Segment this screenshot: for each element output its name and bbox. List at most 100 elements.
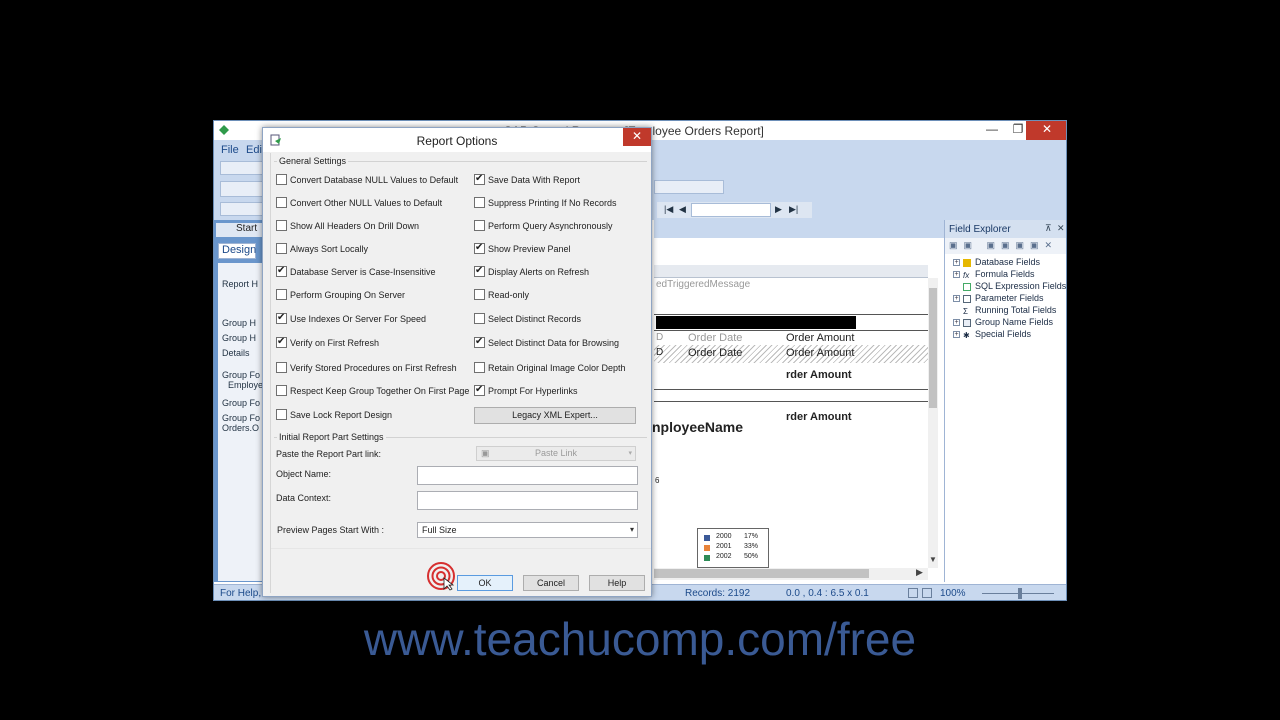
checkbox-convert-other-null[interactable]: Convert Other NULL Values to Default (276, 196, 476, 209)
section-label[interactable]: Group Fo (222, 398, 260, 408)
checkbox-suppress-printing[interactable]: Suppress Printing If No Records (474, 196, 644, 209)
section-label[interactable]: Employe (228, 380, 263, 390)
toolbar-combo[interactable] (220, 181, 264, 197)
zoom-thumb[interactable] (1018, 588, 1022, 599)
section-label[interactable]: Group Fo (222, 413, 260, 423)
checkbox-prompt-hyperlinks[interactable]: Prompt For Hyperlinks (474, 384, 644, 397)
order-amount-subtotal[interactable]: rder Amount (786, 369, 852, 381)
dialog-close-button[interactable]: ✕ (623, 128, 651, 146)
hscroll-thumb[interactable] (654, 569, 869, 578)
checkbox-retain-color-depth[interactable]: Retain Original Image Color Depth (474, 361, 644, 374)
section-label[interactable]: Group H (222, 333, 256, 343)
fe-special-fields[interactable]: + ✱ Special Fields (945, 329, 1031, 341)
checkbox-verify-first-refresh[interactable]: Verify on First Refresh (276, 336, 476, 349)
fe-running-total-fields[interactable]: Σ Running Total Fields (963, 305, 1056, 317)
view-mode-icon[interactable] (908, 588, 918, 598)
checkbox-case-insensitive[interactable]: Database Server is Case-Insensitive (276, 265, 476, 278)
chevron-down-icon[interactable]: ▾ (630, 525, 634, 534)
checkbox-save-data[interactable]: Save Data With Report (474, 173, 644, 186)
checkbox-save-lock-design[interactable]: Save Lock Report Design (276, 408, 476, 421)
checkbox-always-sort-locally[interactable]: Always Sort Locally (276, 242, 476, 255)
checkbox-select-distinct-records[interactable]: Select Distinct Records (474, 312, 644, 325)
vertical-scrollbar[interactable]: ▼ (928, 278, 938, 568)
close-window-button[interactable]: ✕ (1026, 121, 1066, 140)
paste-link-button[interactable]: ▣ Paste Link ▾ (476, 446, 636, 461)
checkbox-verify-stored-procedures[interactable]: Verify Stored Procedures on First Refres… (276, 361, 476, 374)
checkbox-box[interactable] (474, 362, 485, 373)
field-explorer-tools-icon[interactable]: ▣▣ ▣▣▣▣✕ (949, 240, 1058, 251)
d-field[interactable]: D (656, 332, 663, 343)
section-label[interactable]: Group H (222, 318, 256, 328)
checkbox-box[interactable] (276, 197, 287, 208)
fe-formula-fields[interactable]: + fx Formula Fields (945, 269, 1035, 281)
fe-sql-expression-fields[interactable]: SQL Expression Fields (963, 281, 1066, 293)
checkbox-show-all-headers[interactable]: Show All Headers On Drill Down (276, 219, 476, 232)
checkbox-query-async[interactable]: Perform Query Asynchronously (474, 219, 644, 232)
checkbox-box[interactable] (474, 242, 485, 254)
checkbox-convert-db-null[interactable]: Convert Database NULL Values to Default (276, 173, 476, 186)
ok-button[interactable]: OK (457, 575, 513, 591)
checkbox-read-only[interactable]: Read-only (474, 288, 644, 301)
checkbox-display-alerts[interactable]: Display Alerts on Refresh (474, 265, 644, 278)
checkbox-box[interactable] (276, 362, 287, 373)
checkbox-box[interactable] (276, 265, 287, 277)
checkbox-box[interactable] (276, 243, 287, 254)
view-mode-icon[interactable] (922, 588, 932, 598)
checkbox-box[interactable] (474, 197, 485, 208)
expand-icon[interactable]: + (953, 295, 960, 303)
checkbox-box[interactable] (276, 289, 287, 300)
scrollbar-thumb[interactable] (929, 288, 937, 408)
horizontal-scrollbar[interactable]: ▶ (654, 567, 928, 580)
toolbar-expert[interactable] (654, 180, 724, 194)
expand-icon[interactable]: + (953, 319, 960, 327)
last-page-icon[interactable]: ▶| (789, 204, 798, 215)
order-date-field[interactable]: Order Date (688, 347, 742, 359)
fe-group-name-fields[interactable]: + Group Name Fields (945, 317, 1053, 329)
order-amount-total[interactable]: rder Amount (786, 411, 852, 423)
object-name-input[interactable] (417, 466, 638, 485)
chart-legend[interactable]: 2000 17% 2001 33% 2002 50% (697, 528, 769, 568)
checkbox-keep-group-together[interactable]: Respect Keep Group Together On First Pag… (276, 384, 476, 397)
checkbox-box[interactable] (474, 289, 485, 300)
order-amount-header[interactable]: Order Amount (786, 332, 854, 344)
help-button[interactable]: Help (589, 575, 645, 591)
cancel-button[interactable]: Cancel (523, 575, 579, 591)
minimize-button[interactable]: — (978, 121, 1006, 139)
checkbox-box[interactable] (276, 336, 287, 348)
checkbox-box[interactable] (474, 173, 485, 185)
order-date-header[interactable]: Order Date (688, 332, 742, 344)
close-panel-icon[interactable]: ✕ (1057, 223, 1065, 234)
checkbox-show-preview-panel[interactable]: Show Preview Panel (474, 242, 644, 255)
expand-icon[interactable]: + (953, 271, 960, 279)
checkbox-box[interactable] (276, 409, 287, 420)
fe-parameter-fields[interactable]: + Parameter Fields (945, 293, 1044, 305)
prev-page-icon[interactable]: ◀ (679, 204, 686, 215)
expand-icon[interactable]: + (953, 259, 960, 267)
section-label[interactable]: Orders.O (222, 423, 259, 433)
checkbox-box[interactable] (276, 174, 287, 185)
tab-design[interactable]: Design (218, 243, 256, 259)
section-label[interactable]: Report H (222, 279, 258, 289)
first-page-icon[interactable]: |◀ (664, 204, 673, 215)
preview-pages-select[interactable]: Full Size ▾ (417, 522, 638, 538)
checkbox-select-distinct-data[interactable]: Select Distinct Data for Browsing (474, 336, 644, 349)
checkbox-box[interactable] (474, 313, 485, 324)
pin-icon[interactable]: ⊼ (1045, 223, 1052, 234)
section-label[interactable]: Group Fo (222, 370, 260, 380)
section-label[interactable]: Details (222, 348, 250, 358)
checkbox-box[interactable] (276, 385, 287, 396)
checkbox-box[interactable] (474, 220, 485, 231)
legacy-xml-expert-button[interactable]: Legacy XML Expert... (474, 407, 636, 424)
d-field-details[interactable]: D (656, 347, 663, 358)
page-number-field[interactable] (691, 203, 771, 217)
tab-start[interactable]: Start (216, 223, 266, 237)
zoom-slider[interactable] (978, 588, 1060, 599)
expand-icon[interactable]: + (953, 331, 960, 339)
data-context-input[interactable] (417, 491, 638, 510)
checkbox-box[interactable] (474, 384, 485, 396)
scroll-down-icon[interactable]: ▼ (929, 555, 937, 564)
scroll-right-icon[interactable]: ▶ (916, 567, 923, 578)
order-amount-field[interactable]: Order Amount (786, 347, 854, 359)
checkbox-box[interactable] (474, 265, 485, 277)
next-page-icon[interactable]: ▶ (775, 204, 782, 215)
